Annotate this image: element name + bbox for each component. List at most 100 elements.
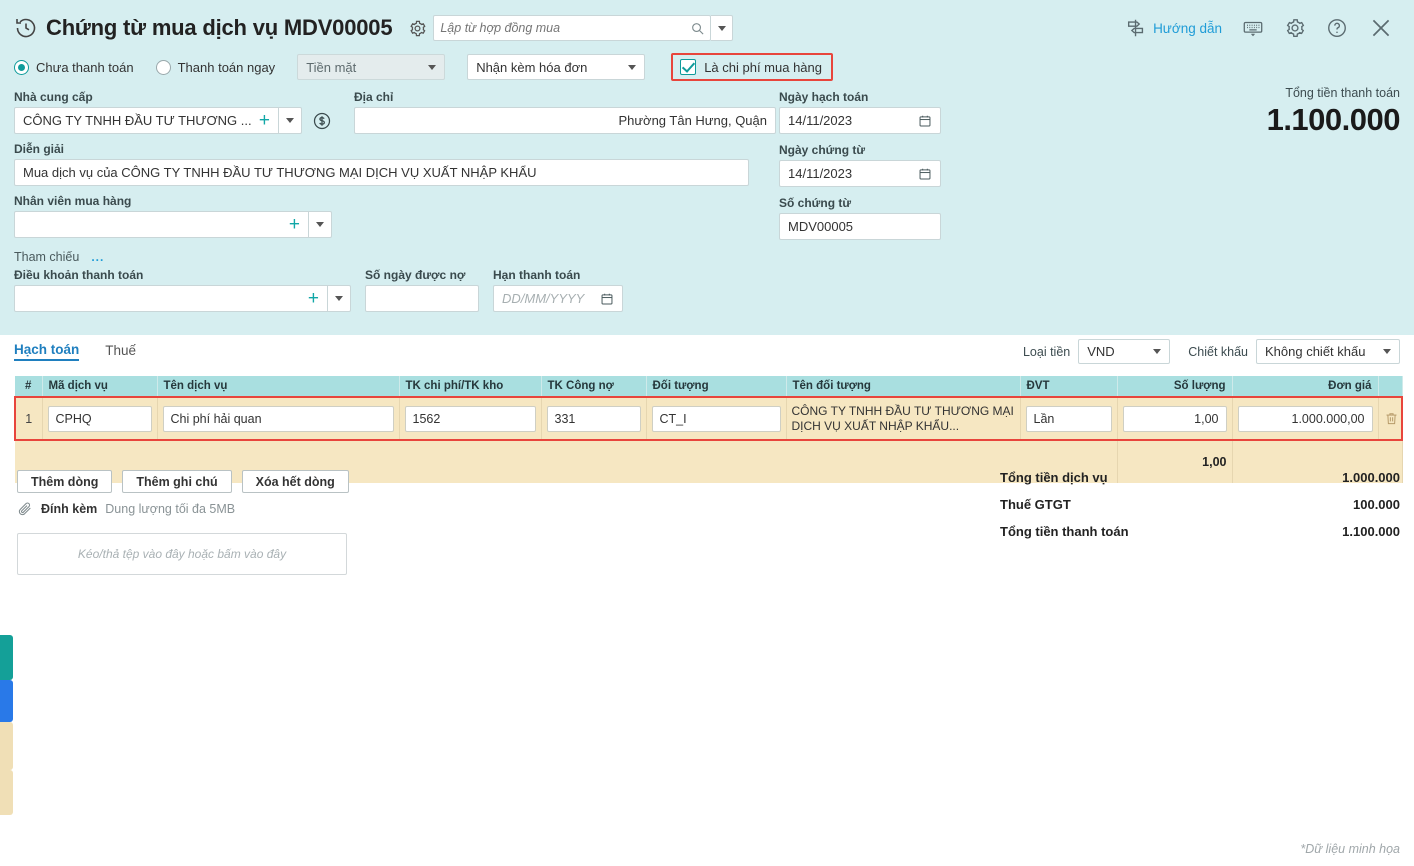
line-items-table: # Mã dịch vụ Tên dịch vụ TK chi phí/TK k…: [14, 376, 1403, 483]
cell-unit-price: 1.000.000,00: [1232, 397, 1379, 440]
payment-terms-input[interactable]: +: [14, 285, 328, 312]
supplier-input[interactable]: CÔNG TY TNHH ĐẦU TƯ THƯƠNG ... +: [14, 107, 279, 134]
side-tab-tan-2[interactable]: [0, 770, 13, 815]
chevron-down-icon: [286, 118, 294, 123]
add-payment-term-icon[interactable]: +: [304, 289, 323, 308]
service-name-input[interactable]: Chi phí hải quan: [162, 405, 394, 432]
add-row-button[interactable]: Thêm dòng: [17, 470, 113, 493]
attachment-row: Đính kèm Dung lượng tối đa 5MB: [17, 501, 235, 517]
employee-combo: +: [14, 211, 332, 238]
add-note-button[interactable]: Thêm ghi chú: [122, 470, 232, 493]
col-object-name: Tên đối tượng: [786, 376, 1021, 397]
document-header-region: Chứng từ mua dịch vụ MDV00005 Hư: [0, 0, 1414, 335]
object-code-input[interactable]: CT_I: [651, 405, 781, 432]
description-input[interactable]: Mua dịch vụ của CÔNG TY TNHH ĐẦU TƯ THƯƠ…: [14, 159, 749, 186]
contract-picker: [408, 15, 734, 41]
guide-link[interactable]: Hướng dẫn: [1125, 17, 1222, 39]
calendar-icon[interactable]: [918, 167, 932, 181]
col-unit: ĐVT: [1020, 376, 1118, 397]
total-vat-label: Thuế GTGT: [1000, 497, 1071, 512]
payment-terms-dropdown-button[interactable]: [328, 285, 351, 312]
document-date-value: 14/11/2023: [788, 166, 853, 181]
search-icon[interactable]: [690, 21, 705, 36]
title-bar: Chứng từ mua dịch vụ MDV00005 Hư: [0, 0, 1414, 48]
radio-pay-now[interactable]: Thanh toán ngay: [155, 59, 275, 75]
document-no-input[interactable]: MDV00005: [779, 213, 941, 240]
credit-days-input[interactable]: [365, 285, 479, 312]
footnote: *Dữ liệu minh họa: [1300, 842, 1400, 856]
employee-input[interactable]: +: [14, 211, 309, 238]
currency-select[interactable]: VND: [1078, 339, 1171, 364]
paperclip-icon: [18, 502, 31, 516]
col-expense-account: TK chi phí/TK kho: [399, 376, 542, 397]
document-date-input[interactable]: 14/11/2023: [779, 160, 941, 187]
radio-unpaid[interactable]: Chưa thanh toán: [14, 59, 134, 75]
col-actions: [1378, 376, 1403, 397]
side-tab-tan-1[interactable]: [0, 722, 13, 770]
description-group: Diễn giải Mua dịch vụ của CÔNG TY TNHH Đ…: [14, 142, 1400, 186]
payment-method-select[interactable]: Tiền mặt: [297, 54, 446, 80]
chevron-down-icon: [414, 64, 437, 70]
calendar-icon[interactable]: [600, 292, 614, 306]
currency-dollar-icon[interactable]: [312, 111, 332, 131]
col-payable-account: TK Công nợ: [541, 376, 647, 397]
total-amount-value: 1.100.000: [1266, 102, 1401, 137]
delete-row-icon[interactable]: [1384, 410, 1399, 427]
is-purchase-cost-checkbox[interactable]: Là chi phí mua hàng: [671, 53, 833, 81]
chevron-down-icon: [316, 222, 324, 227]
calendar-icon[interactable]: [918, 114, 932, 128]
side-tab-blue[interactable]: [0, 680, 13, 722]
supplier-combo: CÔNG TY TNHH ĐẦU TƯ THƯƠNG ... +: [14, 107, 332, 134]
expense-account-input[interactable]: 1562: [404, 405, 536, 432]
document-no-label: Số chứng từ: [779, 196, 852, 210]
reference-row: Tham chiếu ...: [14, 250, 1400, 264]
service-code-input[interactable]: CPHQ: [47, 405, 152, 432]
is-purchase-cost-label: Là chi phí mua hàng: [704, 59, 822, 75]
attachment-dropzone[interactable]: Kéo/thả tệp vào đây hoặc bấm vào đây: [17, 533, 347, 575]
history-clock-icon: [16, 18, 36, 38]
col-quantity: Số lượng: [1117, 376, 1233, 397]
header-actions: Hướng dẫn: [1125, 15, 1400, 41]
add-employee-icon[interactable]: +: [285, 215, 304, 234]
invoice-receipt-select[interactable]: Nhận kèm hóa đơn: [467, 54, 646, 80]
settings-gear-icon[interactable]: [1284, 17, 1306, 39]
gear-icon[interactable]: [408, 19, 427, 38]
tab-hach-toan[interactable]: Hạch toán: [14, 342, 80, 361]
delete-all-rows-button[interactable]: Xóa hết dòng: [241, 470, 349, 493]
col-unit-price: Đơn giá: [1232, 376, 1379, 397]
total-payment-line: Tổng tiền thanh toán 1.100.000: [1000, 524, 1400, 539]
contract-search-input[interactable]: [434, 21, 691, 35]
total-services-label: Tổng tiền dịch vụ: [1000, 470, 1108, 485]
discount-select[interactable]: Không chiết khấu: [1256, 339, 1400, 364]
side-tab-teal[interactable]: [0, 635, 13, 680]
unit-price-input[interactable]: 1.000.000,00: [1237, 405, 1373, 432]
posting-date-input[interactable]: 14/11/2023: [779, 107, 941, 134]
help-icon[interactable]: [1326, 17, 1348, 39]
quantity-input[interactable]: 1,00: [1122, 405, 1227, 432]
unit-input[interactable]: Lần: [1025, 405, 1112, 432]
add-supplier-icon[interactable]: +: [255, 111, 274, 130]
employee-dropdown-button[interactable]: [309, 211, 332, 238]
supplier-dropdown-button[interactable]: [279, 107, 302, 134]
payment-terms-row: Điều khoản thanh toán + Số ngày được nợ: [14, 268, 1400, 312]
guide-label: Hướng dẫn: [1153, 20, 1222, 36]
dropzone-placeholder: Kéo/thả tệp vào đây hoặc bấm vào đây: [77, 547, 287, 561]
tab-thue[interactable]: Thuế: [105, 343, 136, 360]
payable-account-input[interactable]: 331: [546, 405, 641, 432]
attachment-note: Dung lượng tối đa 5MB: [105, 502, 236, 516]
contract-dropdown-button[interactable]: [711, 15, 734, 41]
keyboard-icon[interactable]: [1242, 17, 1264, 39]
due-date-input[interactable]: DD/MM/YYYY: [493, 285, 623, 312]
total-amount-block: Tổng tiền thanh toán 1.100.000: [1266, 86, 1401, 138]
credit-days-group: Số ngày được nợ: [365, 268, 479, 312]
table-row[interactable]: 1 CPHQ Chi phí hải quan 1562 331 CT_I CÔ…: [15, 397, 1403, 440]
reference-more-button[interactable]: ...: [91, 250, 104, 264]
discount-value: Không chiết khấu: [1265, 344, 1366, 359]
total-payment-label: Tổng tiền thanh toán: [1000, 524, 1129, 539]
close-icon[interactable]: [1368, 15, 1394, 41]
total-vat-value: 100.000: [1353, 497, 1400, 512]
payment-terms-label: Điều khoản thanh toán: [14, 268, 144, 282]
address-input[interactable]: Phường Tân Hưng, Quận: [354, 107, 776, 134]
chevron-down-icon: [335, 296, 343, 301]
checkbox-indicator: [680, 59, 697, 75]
